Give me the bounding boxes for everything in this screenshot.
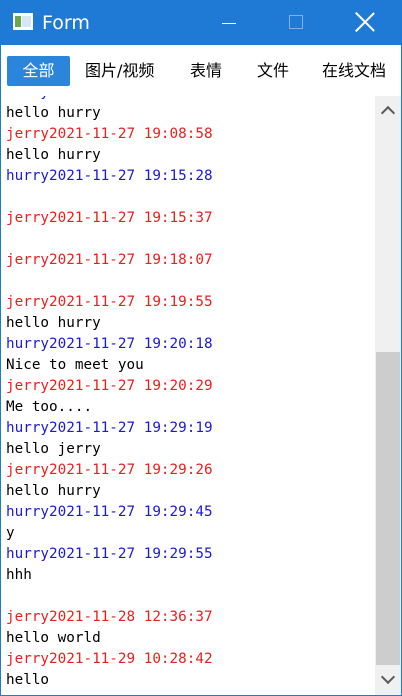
window-title: Form — [42, 12, 90, 34]
message-header: hurry2021-11-27 19:29:55 — [6, 546, 213, 562]
message-header: jerry2021-11-27 19:08:58 — [6, 126, 213, 142]
message-header: jerry2021-11-27 19:29:26 — [6, 462, 213, 478]
title-bar[interactable]: Form — [1, 1, 401, 45]
message-header: hurry2021-11-27 19:20:18 — [6, 336, 213, 352]
message-header: jerry2021-11-29 10:28:42 — [6, 651, 213, 667]
message-text — [6, 271, 374, 292]
maximize-button[interactable] — [273, 1, 319, 45]
close-icon — [354, 11, 376, 33]
message-header: hurry2021-11-27 19:15:28 — [6, 168, 213, 184]
message-text: y — [6, 525, 15, 541]
message-header: hurry2021-11-27 19:29:45 — [6, 504, 213, 520]
tab-online-docs[interactable]: 在线文档 — [322, 56, 386, 86]
message-text — [6, 187, 374, 208]
message-text: hello hurry — [6, 483, 101, 499]
tab-bar: 全部 图片/视频 表情 文件 在线文档 — [1, 45, 401, 96]
message-text: hello — [6, 672, 50, 688]
message-header: jerry2021-11-27 19:19:55 — [6, 294, 213, 310]
tab-all[interactable]: 全部 — [7, 56, 70, 86]
minimize-button[interactable] — [206, 1, 252, 45]
app-icon — [13, 13, 33, 30]
message-text: hhh — [6, 567, 32, 583]
chevron-down-icon — [380, 669, 396, 685]
close-button[interactable] — [341, 1, 387, 45]
message-text: Me too.... — [6, 399, 93, 415]
scrollbar-thumb[interactable] — [376, 352, 400, 665]
tab-files[interactable]: 文件 — [257, 56, 289, 86]
scroll-up-button[interactable] — [375, 96, 401, 126]
vertical-scrollbar[interactable] — [375, 96, 401, 695]
message-list: hurry2021-11-26 22:27:57 hello hurry jerry… — [6, 96, 374, 691]
message-header: hurry2021-11-27 19:29:19 — [6, 420, 213, 436]
message-text: hello hurry — [6, 105, 101, 121]
tab-images-videos[interactable]: 图片/视频 — [85, 56, 154, 86]
message-text: hello hurry — [6, 315, 101, 331]
message-text — [6, 229, 374, 250]
chevron-up-icon — [380, 105, 396, 121]
message-text: hello world — [6, 630, 101, 646]
maximize-icon — [289, 15, 303, 29]
tab-emoji[interactable]: 表情 — [190, 56, 222, 86]
message-header: jerry2021-11-27 19:15:37 — [6, 210, 213, 226]
form-window: Form 全部 图片/视频 表情 文件 在线文档 hurry2021-11-26… — [0, 0, 402, 696]
message-text: hello jerry — [6, 441, 101, 457]
scroll-down-button[interactable] — [375, 665, 401, 695]
message-text: hello hurry — [6, 147, 101, 163]
minimize-icon — [222, 23, 236, 24]
message-header: hurry2021-11-26 22:27:57 — [6, 96, 374, 103]
message-header: jerry2021-11-27 19:20:29 — [6, 378, 213, 394]
message-text: Nice to meet you — [6, 357, 144, 373]
message-header: jerry2021-11-27 19:18:07 — [6, 252, 213, 268]
chat-history[interactable]: hurry2021-11-26 22:27:57 hello hurry jerry… — [2, 96, 375, 695]
message-header: jerry2021-11-28 12:36:37 — [6, 609, 213, 625]
message-text — [6, 586, 374, 607]
